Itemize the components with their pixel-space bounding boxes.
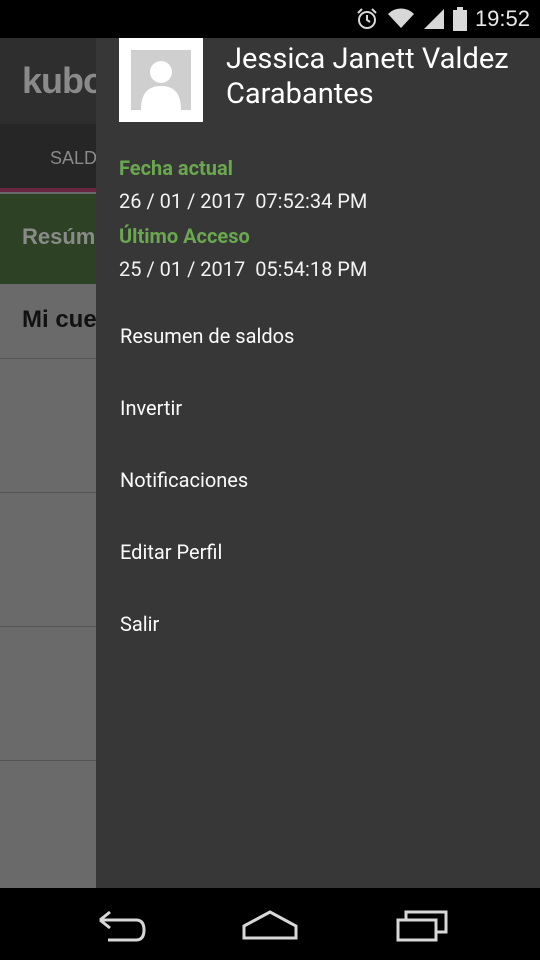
user-name: Jessica Janett Valdez Carabantes bbox=[226, 42, 526, 112]
menu-item-editar-perfil[interactable]: Editar Perfil bbox=[96, 516, 540, 588]
menu-item-label: Notificaciones bbox=[120, 468, 249, 492]
menu-item-resumen[interactable]: Resumen de saldos bbox=[96, 300, 540, 372]
signal-icon bbox=[423, 8, 445, 30]
menu-item-notificaciones[interactable]: Notificaciones bbox=[96, 444, 540, 516]
person-placeholder-icon bbox=[131, 50, 191, 110]
menu-item-label: Editar Perfil bbox=[120, 540, 223, 564]
menu-item-label: Resumen de saldos bbox=[120, 324, 295, 348]
status-bar: 19:52 bbox=[0, 0, 540, 38]
status-time: 19:52 bbox=[474, 6, 530, 31]
menu-item-salir[interactable]: Salir bbox=[96, 588, 540, 660]
menu-item-label: Salir bbox=[120, 612, 160, 636]
system-nav-bar bbox=[0, 888, 540, 960]
battery-icon bbox=[452, 7, 467, 31]
last-access-value: 25 / 01 / 2017 05:54:18 PM bbox=[119, 257, 368, 281]
user-name-line2: Carabantes bbox=[226, 77, 374, 111]
avatar[interactable] bbox=[119, 38, 203, 122]
current-date-value: 26 / 01 / 2017 07:52:34 PM bbox=[119, 189, 368, 213]
menu-item-invertir[interactable]: Invertir bbox=[96, 372, 540, 444]
navigation-drawer: Jessica Janett Valdez Carabantes Fecha a… bbox=[96, 38, 540, 888]
user-name-line1: Jessica Janett Valdez bbox=[226, 42, 509, 76]
wifi-icon bbox=[387, 8, 415, 30]
recents-icon[interactable] bbox=[392, 906, 452, 946]
alarm-icon bbox=[355, 7, 379, 31]
app-logo: kubo bbox=[22, 60, 105, 101]
menu-item-label: Invertir bbox=[120, 396, 183, 420]
current-date-label: Fecha actual bbox=[119, 156, 233, 180]
last-access-label: Último Acceso bbox=[119, 224, 250, 248]
back-icon[interactable] bbox=[90, 906, 150, 946]
home-icon[interactable] bbox=[240, 906, 300, 946]
